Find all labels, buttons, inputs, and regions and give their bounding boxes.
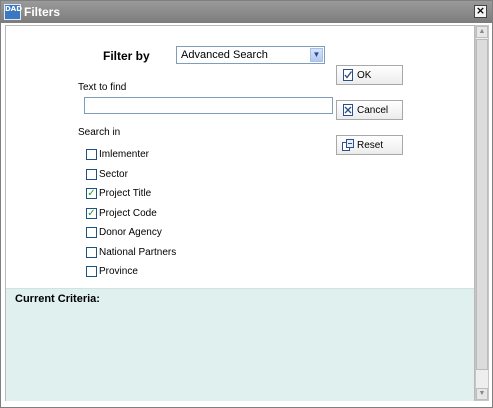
scroll-thumb[interactable] xyxy=(476,39,488,370)
current-criteria-panel: Current Criteria: xyxy=(6,288,474,401)
reset-button-label: Reset xyxy=(357,140,384,151)
checkbox-label: Sector xyxy=(99,169,128,180)
checkbox-label: National Partners xyxy=(99,247,177,258)
checkbox[interactable]: ✓ xyxy=(86,188,97,199)
reset-button[interactable]: Reset xyxy=(336,135,403,155)
checkbox[interactable] xyxy=(86,247,97,258)
checkbox-label: Province xyxy=(99,266,138,277)
text-to-find-input[interactable] xyxy=(84,97,333,114)
reset-icon xyxy=(342,139,354,151)
ok-button-label: OK xyxy=(357,70,372,81)
cancel-document-icon xyxy=(343,104,353,116)
checkbox[interactable]: ✓ xyxy=(86,208,97,219)
scroll-down-icon[interactable]: ▼ xyxy=(476,388,488,400)
dialog-title: Filters xyxy=(24,5,61,19)
checkbox-label: Project Code xyxy=(99,208,157,219)
ok-button[interactable]: OK xyxy=(336,65,403,85)
checkbox[interactable] xyxy=(86,149,97,160)
text-to-find-label: Text to find xyxy=(78,82,127,93)
vertical-scrollbar[interactable]: ▲ ▼ xyxy=(475,25,489,401)
title-bar[interactable]: DAD Filters × xyxy=(1,1,492,23)
cancel-button[interactable]: Cancel xyxy=(336,100,403,120)
checkbox-label: Imlementer xyxy=(99,149,150,160)
filter-by-select[interactable]: Advanced Search ▼ xyxy=(176,46,325,64)
dad-app-icon: DAD xyxy=(4,4,22,20)
checkbox-label: Donor Agency xyxy=(99,227,162,238)
search-in-label: Search in xyxy=(78,127,121,138)
cancel-button-label: Cancel xyxy=(357,105,389,116)
scroll-up-icon[interactable]: ▲ xyxy=(476,26,488,38)
chevron-down-icon[interactable]: ▼ xyxy=(310,48,323,62)
checkbox-label: Project Title xyxy=(99,188,152,199)
checkbox[interactable] xyxy=(86,266,97,277)
filter-by-value: Advanced Search xyxy=(181,49,268,61)
checkbox[interactable] xyxy=(86,227,97,238)
filter-by-label: Filter by xyxy=(103,49,150,63)
current-criteria-title: Current Criteria: xyxy=(15,293,100,305)
check-document-icon xyxy=(343,69,353,81)
close-icon[interactable]: × xyxy=(474,5,487,18)
checkbox[interactable] xyxy=(86,169,97,180)
